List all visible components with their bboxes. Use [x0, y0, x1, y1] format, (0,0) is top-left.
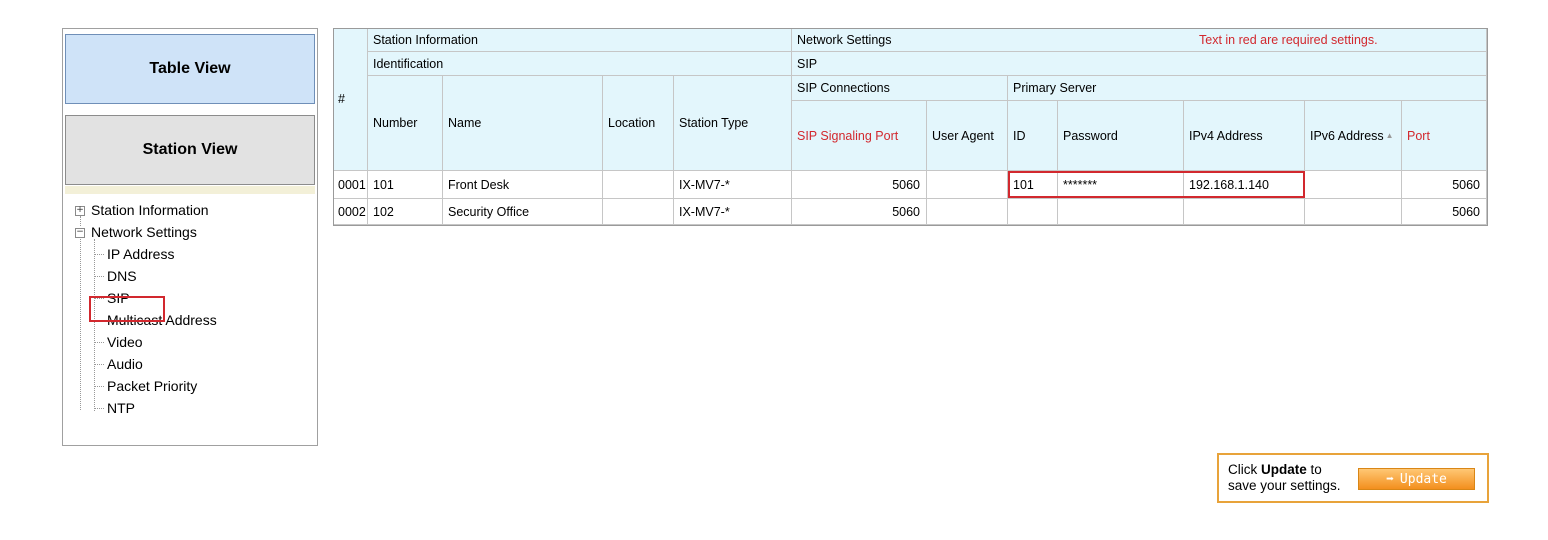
col-header-sip-signaling-port[interactable]: SIP Signaling Port [792, 101, 927, 171]
col-header-name[interactable]: Name [443, 76, 603, 171]
cell-ipv6-address[interactable] [1305, 171, 1402, 199]
tree-branch [95, 408, 104, 409]
col-header-password[interactable]: Password [1058, 101, 1184, 171]
update-button[interactable]: ➡ Update [1358, 468, 1475, 490]
tree-branch [95, 276, 104, 277]
tree-item-dns[interactable]: DNS [107, 265, 137, 287]
cell-location[interactable] [603, 171, 674, 199]
cell-station-type[interactable]: IX-MV7-* [674, 171, 792, 199]
tree-item-station-information[interactable]: Station Information [91, 199, 209, 221]
tree-item-ip-address[interactable]: IP Address [107, 243, 174, 265]
update-text-line2: save your settings. [1228, 478, 1341, 493]
required-settings-note: Text in red are required settings. [1199, 33, 1378, 47]
cell-number[interactable]: 101 [368, 171, 443, 199]
panel-separator [65, 186, 315, 194]
tree-branch [95, 254, 104, 255]
sort-caret-icon: ▲ [1385, 131, 1394, 140]
cell-sip-signaling-port[interactable]: 5060 [792, 171, 927, 199]
col-header-station-type[interactable]: Station Type [674, 76, 792, 171]
group-sip-connections: SIP Connections [792, 76, 1008, 101]
row-index: 0002 [333, 199, 368, 225]
cell-station-type[interactable]: IX-MV7-* [674, 199, 792, 225]
cell-ipv4-address[interactable] [1184, 199, 1305, 225]
cell-ipv6-address[interactable] [1305, 199, 1402, 225]
cell-sip-signaling-port[interactable]: 5060 [792, 199, 927, 225]
subgroup-sip: SIP [792, 52, 1487, 76]
subgroup-identification: Identification [368, 52, 792, 76]
row-index: 0001 [333, 171, 368, 199]
update-text-post: to [1306, 462, 1322, 477]
sip-highlight-box [89, 296, 165, 322]
col-header-user-agent[interactable]: User Agent [927, 101, 1008, 171]
arrow-right-icon: ➡ [1386, 471, 1394, 487]
tree-item-audio[interactable]: Audio [107, 353, 143, 375]
tree-item-ntp[interactable]: NTP [107, 397, 135, 419]
cell-port[interactable]: 5060 [1402, 199, 1487, 225]
update-button-label: Update [1399, 471, 1447, 487]
collapse-minus-icon[interactable]: − [75, 228, 85, 238]
cell-user-agent[interactable] [927, 199, 1008, 225]
update-instructions: Click Update to save your settings. [1228, 462, 1341, 494]
group-station-information: Station Information [368, 28, 792, 52]
col-header-ipv6-address[interactable]: IPv6 Address ▲ [1305, 101, 1402, 171]
col-header-number[interactable]: Number [368, 76, 443, 171]
cell-id[interactable] [1008, 199, 1058, 225]
station-view-button[interactable]: Station View [65, 115, 315, 185]
tree-item-packet-priority[interactable]: Packet Priority [107, 375, 197, 397]
table-view-button[interactable]: Table View [65, 34, 315, 104]
cell-number[interactable]: 102 [368, 199, 443, 225]
update-callout: Click Update to save your settings. ➡ Up… [1217, 453, 1489, 503]
tree-branch [95, 386, 104, 387]
update-text-bold: Update [1261, 462, 1307, 477]
cell-name[interactable]: Front Desk [443, 171, 603, 199]
cell-name[interactable]: Security Office [443, 199, 603, 225]
tree-item-video[interactable]: Video [107, 331, 143, 353]
col-header-id[interactable]: ID [1008, 101, 1058, 171]
tree-branch [95, 342, 104, 343]
group-primary-server: Primary Server [1008, 76, 1487, 101]
cell-password[interactable] [1058, 199, 1184, 225]
hash-header: # [333, 28, 368, 171]
tree-line [80, 216, 81, 226]
col-header-location[interactable]: Location [603, 76, 674, 171]
cell-user-agent[interactable] [927, 171, 1008, 199]
cell-location[interactable] [603, 199, 674, 225]
tree-line [80, 239, 81, 410]
left-panel: Table View Station View + Station Inform… [62, 28, 318, 446]
group-network-settings: Network Settings [792, 28, 1487, 52]
primary-server-highlight-box [1008, 171, 1305, 198]
col-header-ipv4-address[interactable]: IPv4 Address [1184, 101, 1305, 171]
tree-item-network-settings[interactable]: Network Settings [91, 221, 197, 243]
tree-branch [95, 364, 104, 365]
update-text-pre: Click [1228, 462, 1261, 477]
col-header-port[interactable]: Port [1402, 101, 1487, 171]
expand-plus-icon[interactable]: + [75, 206, 85, 216]
cell-port[interactable]: 5060 [1402, 171, 1487, 199]
ipv6-header-label: IPv6 Address [1310, 128, 1384, 143]
